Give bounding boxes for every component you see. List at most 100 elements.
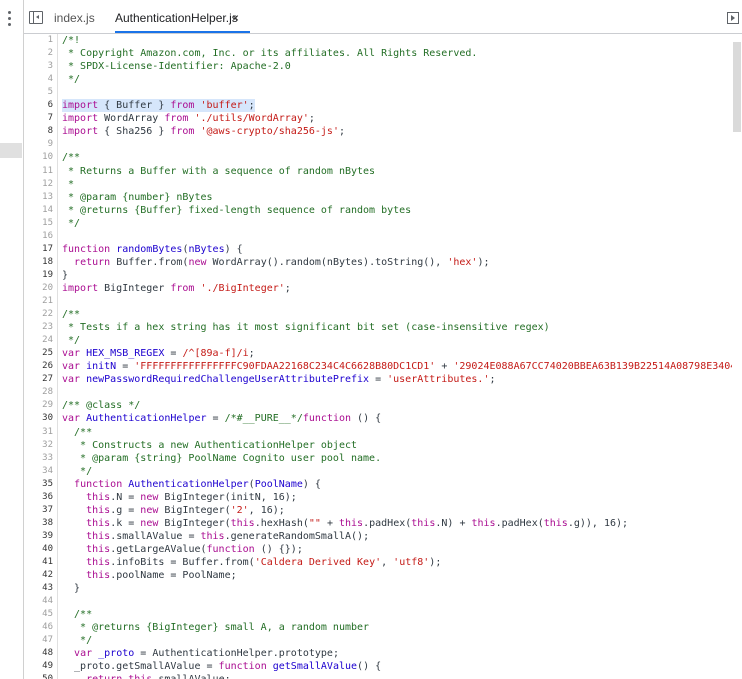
code-line[interactable]: * Copyright Amazon.com, Inc. or its affi… (62, 47, 477, 60)
code-line[interactable]: */ (62, 73, 80, 86)
line-number: 21 (42, 296, 53, 306)
line-number: 4 (47, 74, 53, 85)
code-line[interactable]: function randomBytes(nBytes) { (62, 243, 243, 256)
code-token: () { (357, 661, 382, 673)
line-number: 27 (42, 374, 53, 385)
line-number: 44 (42, 596, 53, 607)
code-line[interactable]: * @returns {BigInteger} small A, a rando… (62, 621, 369, 634)
code-line[interactable]: import { Sha256 } from '@aws-crypto/sha2… (62, 125, 345, 138)
code-line[interactable]: /** (62, 426, 92, 439)
code-line[interactable]: */ (62, 634, 92, 647)
code-token: getSmallAValue (272, 661, 358, 673)
code-area[interactable]: /*! * Copyright Amazon.com, Inc. or its … (62, 34, 742, 679)
tab-index-js[interactable]: index.js (54, 0, 95, 33)
code-token: /** (62, 309, 81, 321)
vertical-scrollbar[interactable] (732, 34, 742, 679)
code-token: '@aws-crypto/sha256-js' (200, 126, 339, 138)
code-token: .infoBits = Buffer.from( (110, 557, 255, 568)
code-line[interactable]: var HEX_MSB_REGEX = /^[89a-f]/i; (62, 347, 255, 360)
code-token: () {}); (254, 543, 303, 555)
kebab-menu-icon[interactable] (8, 11, 11, 26)
code-line[interactable]: */ (62, 465, 92, 478)
code-token: './utils/WordArray' (194, 113, 309, 125)
code-token: this (339, 517, 364, 529)
code-line[interactable]: var _proto = AuthenticationHelper.protot… (62, 647, 339, 660)
code-token: WordArray().random(nBytes).toString(), (206, 256, 448, 268)
code-line[interactable]: /** (62, 151, 80, 164)
code-line[interactable]: /** (62, 308, 80, 321)
code-line[interactable]: */ (62, 217, 80, 230)
code-token: _proto (98, 648, 135, 660)
code-line[interactable]: /** (62, 608, 92, 621)
code-line[interactable]: import WordArray from './utils/WordArray… (62, 112, 315, 125)
code-line[interactable]: this.g = new BigInteger('2', 16); (62, 504, 285, 517)
code-line[interactable]: return Buffer.from(new WordArray().rando… (62, 256, 489, 269)
line-number: 20 (42, 282, 53, 293)
code-line[interactable]: * SPDX-License-Identifier: Apache-2.0 (62, 60, 291, 73)
code-token: AuthenticationHelper (128, 478, 249, 490)
code-line[interactable]: this.k = new BigInteger(this.hexHash("" … (62, 517, 628, 530)
code-line[interactable]: * (62, 178, 74, 191)
code-line[interactable]: _proto.getSmallAValue = function getSmal… (62, 660, 381, 673)
tab-authentication-helper-js[interactable]: AuthenticationHelper.js × (115, 0, 250, 33)
code-token: this (86, 570, 111, 582)
code-token: ); (429, 557, 442, 568)
line-number: 5 (47, 87, 53, 98)
code-line[interactable]: import BigInteger from './BigInteger'; (62, 282, 291, 295)
code-line[interactable]: this.infoBits = Buffer.from('Caldera Der… (62, 556, 441, 569)
code-token: this (86, 491, 111, 503)
code-token: .padHex( (495, 517, 544, 529)
code-line[interactable]: } (62, 582, 80, 595)
code-line[interactable]: * @param {string} PoolName Cognito user … (62, 452, 381, 465)
code-line[interactable]: * @returns {Buffer} fixed-length sequenc… (62, 204, 411, 217)
code-line[interactable]: /*! (62, 34, 80, 47)
code-token: .smallAValue = (110, 530, 201, 542)
code-line[interactable]: function AuthenticationHelper(PoolName) … (62, 478, 321, 491)
code-line[interactable]: * Returns a Buffer with a sequence of ra… (62, 165, 375, 178)
line-number: 28 (42, 387, 53, 398)
code-token: */ (62, 635, 93, 647)
line-number: 12 (42, 178, 53, 189)
code-line[interactable]: /** @class */ (62, 399, 140, 412)
code-line[interactable]: return this.smallAValue; (62, 673, 231, 679)
code-line[interactable]: import { Buffer } from 'buffer'; (62, 99, 255, 113)
code-line[interactable]: var initN = 'FFFFFFFFFFFFFFFFC90FDAA2216… (62, 360, 742, 373)
code-token: = (164, 348, 183, 360)
code-token: .k = (110, 517, 141, 529)
code-line[interactable]: this.smallAValue = this.generateRandomSm… (62, 530, 369, 543)
code-token: from (170, 100, 195, 112)
close-icon[interactable]: × (232, 0, 239, 36)
code-line[interactable]: this.poolName = PoolName; (62, 569, 237, 582)
code-line[interactable]: this.getLargeAValue(function () {}); (62, 543, 303, 556)
code-line[interactable]: */ (62, 334, 80, 347)
code-line[interactable]: var newPasswordRequiredChallengeUserAttr… (62, 373, 496, 386)
line-number: 10 (42, 152, 53, 163)
sidebar-toggle-icon[interactable] (29, 11, 43, 24)
line-number: 30 (42, 413, 53, 424)
code-token: new (188, 256, 207, 268)
code-line[interactable]: * Constructs a new AuthenticationHelper … (62, 439, 357, 452)
code-line[interactable]: var AuthenticationHelper = /*#__PURE__*/… (62, 412, 381, 425)
line-number: 18 (42, 256, 53, 267)
line-number: 17 (42, 243, 53, 254)
code-line[interactable]: * @param {number} nBytes (62, 191, 213, 204)
line-number: 36 (42, 491, 53, 502)
code-line[interactable]: this.N = new BigInteger(initN, 16); (62, 491, 297, 504)
line-number: 14 (42, 204, 53, 215)
code-token: /** (62, 152, 81, 164)
code-token: this (86, 517, 111, 529)
code-token: */ (62, 465, 93, 477)
code-token: = (206, 413, 225, 425)
scrollbar-thumb[interactable] (733, 42, 741, 132)
run-snippet-icon[interactable] (727, 12, 739, 24)
code-token: function (206, 543, 255, 555)
code-token: this (128, 674, 152, 679)
code-token: Buffer.from( (110, 256, 189, 268)
code-line[interactable]: * Tests if a hex string has it most sign… (62, 321, 550, 334)
code-editor[interactable]: 1 2 3 4 5 6 7 8 9 10 11 12 13 14 15 16 17 18 19 20 21 22 23 24 2… (24, 34, 742, 679)
code-line[interactable]: } (62, 269, 68, 282)
code-token: 'FFFFFFFFFFFFFFFFC90FDAA22168C234C4C6628… (134, 361, 436, 373)
